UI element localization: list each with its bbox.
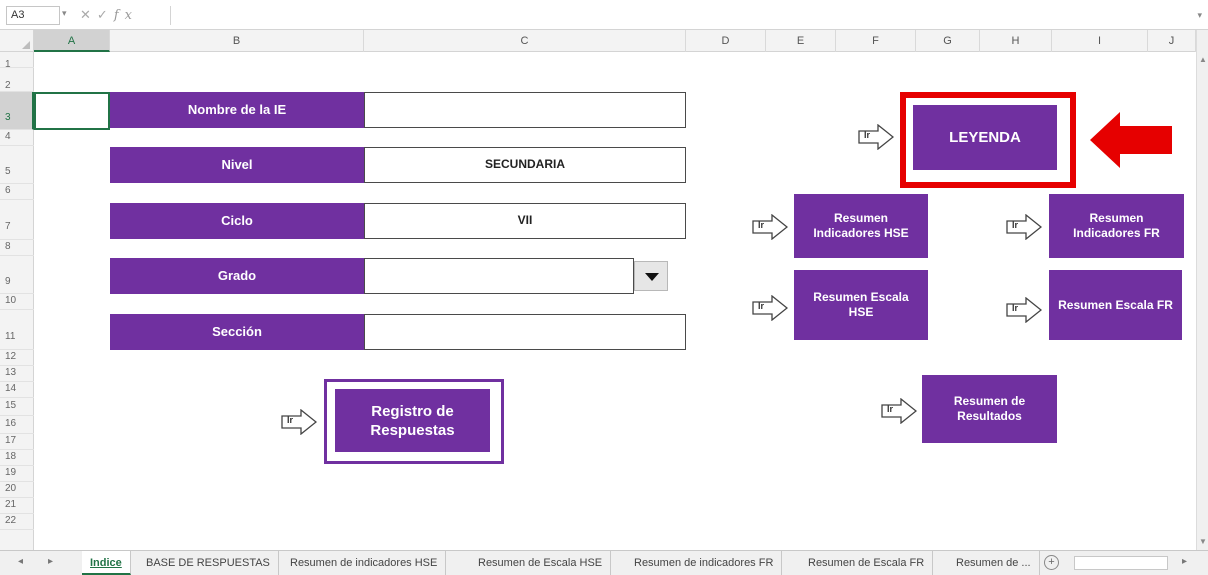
tab-base-respuestas[interactable]: BASE DE RESPUESTAS [138, 551, 279, 575]
row-header[interactable]: 8 [0, 240, 34, 256]
ciclo-label: Ciclo [110, 203, 364, 239]
row-header[interactable]: 21 [0, 498, 34, 514]
ir-arrow-resultados[interactable]: Ir [881, 397, 918, 425]
grado-label: Grado [110, 258, 364, 294]
row-header[interactable]: 3 [0, 92, 34, 130]
add-sheet-icon[interactable]: + [1044, 555, 1059, 570]
resumen-escala-hse-button[interactable]: Resumen Escala HSE [794, 270, 928, 340]
formula-bar: A3 ▾ ✕✓fx ▾ [0, 0, 1208, 30]
name-box-dropdown-icon[interactable]: ▾ [62, 8, 67, 19]
ir-arrow-leyenda[interactable]: Ir [858, 123, 895, 151]
nombre-ie-field[interactable] [364, 92, 686, 128]
column-header-i[interactable]: I [1052, 30, 1148, 52]
ir-label: Ir [758, 220, 765, 230]
ir-arrow-indicadores-fr[interactable]: Ir [1006, 213, 1043, 241]
row-header[interactable]: 19 [0, 466, 34, 482]
cancel-icon[interactable]: ✕ [80, 7, 97, 22]
horizontal-scrollbar[interactable] [1074, 556, 1168, 570]
column-header-g[interactable]: G [916, 30, 980, 52]
column-header-c[interactable]: C [364, 30, 686, 52]
ir-arrow-escala-fr[interactable]: Ir [1006, 296, 1043, 324]
row-header[interactable]: 15 [0, 398, 34, 416]
row-header[interactable]: 12 [0, 350, 34, 366]
row-headers: 1 2 3 4 5 6 7 8 9 10 11 12 13 14 15 16 1… [0, 52, 34, 550]
row-header[interactable]: 9 [0, 256, 34, 294]
row-header[interactable]: 18 [0, 450, 34, 466]
ir-label: Ir [887, 404, 894, 414]
resumen-resultados-button[interactable]: Resumen de Resultados [922, 375, 1057, 443]
row-header[interactable]: 22 [0, 514, 34, 530]
tab-resumen-indicadores-fr[interactable]: Resumen de indicadores FR [626, 551, 783, 575]
registro-respuestas-button[interactable]: Registro de Respuestas [335, 389, 490, 452]
tab-resumen-indicadores-hse[interactable]: Resumen de indicadores HSE [282, 551, 447, 575]
resumen-indicadores-fr-button[interactable]: Resumen Indicadores FR [1049, 194, 1184, 258]
row-header[interactable]: 2 [0, 68, 34, 92]
tab-next-icon[interactable]: ▸ [48, 556, 53, 567]
row-header[interactable]: 7 [0, 200, 34, 240]
column-header-j[interactable]: J [1148, 30, 1196, 52]
row-header[interactable]: 13 [0, 366, 34, 382]
grado-dropdown-icon[interactable] [634, 261, 668, 291]
ciclo-field[interactable]: VII [364, 203, 686, 239]
row-header[interactable]: 5 [0, 146, 34, 184]
tab-indice[interactable]: Indice [82, 551, 131, 575]
sheet-tab-bar: ◂ ▸ Indice BASE DE RESPUESTAS Resumen de… [0, 550, 1208, 575]
column-header-a[interactable]: A [34, 30, 110, 52]
resumen-escala-fr-button[interactable]: Resumen Escala FR [1049, 270, 1182, 340]
nombre-ie-label: Nombre de la IE [110, 92, 364, 128]
leyenda-button[interactable]: LEYENDA [913, 105, 1057, 170]
ir-label: Ir [758, 301, 765, 311]
ir-label: Ir [287, 415, 294, 425]
tab-resumen-escala-hse[interactable]: Resumen de Escala HSE [470, 551, 612, 575]
ir-arrow-indicadores-hse[interactable]: Ir [752, 213, 789, 241]
ir-arrow-escala-hse[interactable]: Ir [752, 294, 789, 322]
row-header[interactable]: 16 [0, 416, 34, 434]
tab-prev-icon[interactable]: ◂ [18, 556, 23, 567]
vertical-scrollbar[interactable]: ▲ ▼ [1196, 30, 1208, 550]
select-all-corner[interactable] [0, 30, 34, 52]
row-header[interactable]: 1 [0, 52, 34, 70]
insert-function-icon[interactable]: fx [114, 8, 138, 23]
row-header[interactable]: 6 [0, 184, 34, 200]
column-header-b[interactable]: B [110, 30, 364, 52]
seccion-field[interactable] [364, 314, 686, 350]
selected-cell-a3[interactable] [34, 92, 110, 130]
row-header[interactable]: 4 [0, 130, 34, 146]
formula-input[interactable] [170, 6, 1194, 25]
formula-bar-icons: ✕✓fx [80, 7, 138, 23]
spreadsheet-window: A3 ▾ ✕✓fx ▾ A B C D E F G H I J 1 2 3 4 … [0, 0, 1208, 575]
enter-icon[interactable]: ✓ [97, 7, 114, 22]
row-header[interactable]: 17 [0, 434, 34, 450]
seccion-label: Sección [110, 314, 364, 350]
expand-formula-bar-icon[interactable]: ▾ [1197, 10, 1202, 21]
column-header-h[interactable]: H [980, 30, 1052, 52]
column-header-f[interactable]: F [836, 30, 916, 52]
ir-label: Ir [1012, 220, 1019, 230]
column-header-d[interactable]: D [686, 30, 766, 52]
resumen-indicadores-hse-button[interactable]: Resumen Indicadores HSE [794, 194, 928, 258]
column-headers: A B C D E F G H I J [0, 30, 1208, 52]
tab-resumen-more[interactable]: Resumen de ... [948, 551, 1040, 575]
scroll-up-icon[interactable]: ▲ [1199, 55, 1207, 64]
row-header[interactable]: 14 [0, 382, 34, 398]
ir-label: Ir [864, 130, 871, 140]
row-header[interactable]: 20 [0, 482, 34, 498]
ir-label: Ir [1012, 303, 1019, 313]
red-arrow-icon [1090, 112, 1172, 168]
row-header[interactable]: 10 [0, 294, 34, 310]
ir-arrow-registro[interactable]: Ir [281, 408, 318, 436]
nivel-label: Nivel [110, 147, 364, 183]
column-header-e[interactable]: E [766, 30, 836, 52]
scroll-right-icon[interactable]: ▸ [1182, 556, 1187, 567]
row-header[interactable]: 11 [0, 310, 34, 350]
nivel-field[interactable]: SECUNDARIA [364, 147, 686, 183]
name-box[interactable]: A3 [6, 6, 60, 25]
grado-field[interactable] [364, 258, 634, 294]
tab-resumen-escala-fr[interactable]: Resumen de Escala FR [800, 551, 934, 575]
scroll-down-icon[interactable]: ▼ [1199, 537, 1207, 546]
